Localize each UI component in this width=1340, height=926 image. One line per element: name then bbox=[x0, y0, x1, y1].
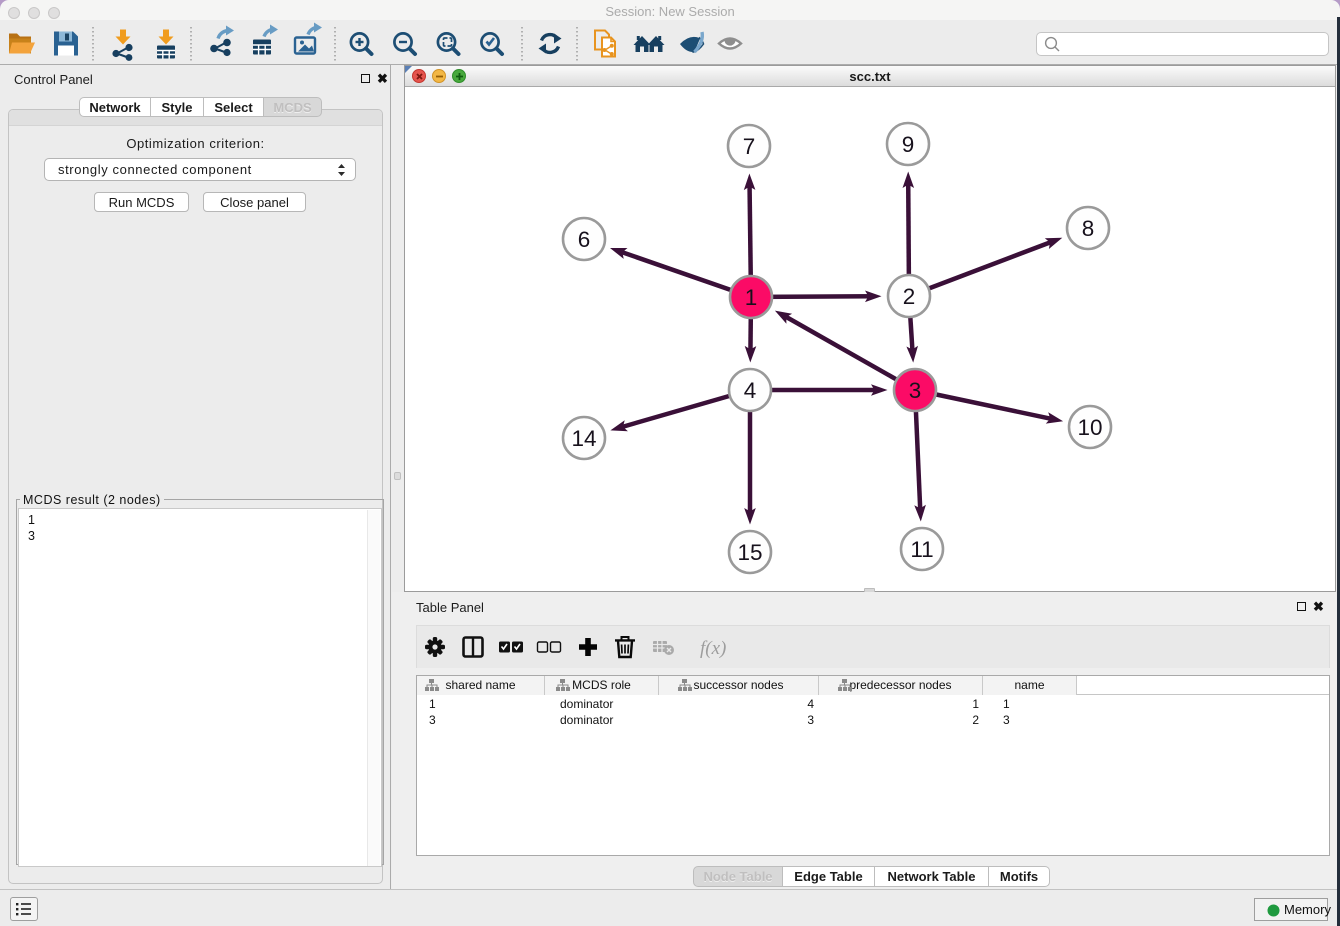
svg-text:14: 14 bbox=[571, 426, 596, 451]
svg-text:11: 11 bbox=[910, 537, 933, 562]
svg-text:4: 4 bbox=[744, 378, 757, 403]
svg-text:3: 3 bbox=[909, 378, 922, 403]
svg-text:9: 9 bbox=[902, 132, 915, 157]
svg-text:8: 8 bbox=[1082, 216, 1095, 241]
svg-text:1: 1 bbox=[745, 285, 758, 310]
svg-text:10: 10 bbox=[1077, 415, 1102, 440]
svg-text:2: 2 bbox=[903, 284, 916, 309]
svg-text:f(x): f(x) bbox=[700, 638, 726, 659]
svg-text:15: 15 bbox=[737, 540, 762, 565]
svg-text:6: 6 bbox=[578, 227, 591, 252]
svg-text:7: 7 bbox=[743, 134, 756, 159]
